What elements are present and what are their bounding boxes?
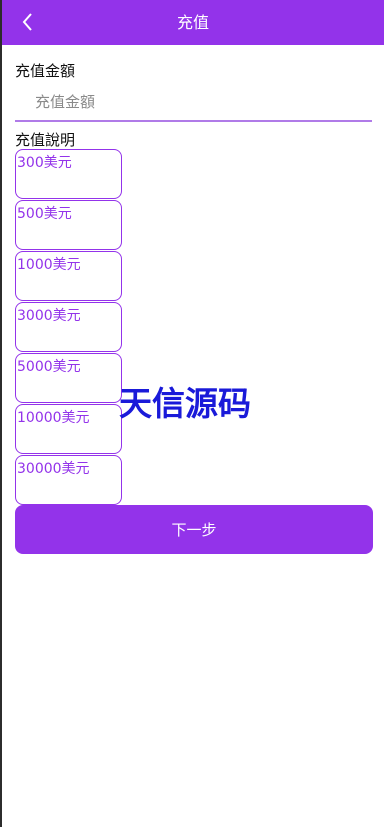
page-title: 充值 — [176, 13, 209, 32]
watermark-text: 天信源码 — [119, 384, 251, 423]
amount-label: 充值金額 — [15, 62, 76, 80]
amount-option-5000[interactable]: 5000美元 — [15, 353, 122, 403]
recharge-screen: 充值 充值金額 充值說明 300美元 500美元 1000美元 3000美元 5… — [2, 0, 384, 827]
amount-option-3000[interactable]: 3000美元 — [15, 302, 122, 352]
amount-option-30000[interactable]: 30000美元 — [15, 455, 122, 505]
amount-option-10000[interactable]: 10000美元 — [15, 404, 122, 454]
amount-option-500[interactable]: 500美元 — [15, 200, 122, 250]
description-label: 充值說明 — [15, 131, 76, 149]
next-step-button[interactable]: 下一步 — [15, 505, 373, 554]
amount-options: 300美元 500美元 1000美元 3000美元 5000美元 10000美元… — [15, 149, 123, 506]
amount-option-300[interactable]: 300美元 — [15, 149, 122, 199]
amount-option-1000[interactable]: 1000美元 — [15, 251, 122, 301]
top-bar: 充值 — [2, 0, 384, 45]
amount-input[interactable] — [15, 84, 372, 122]
